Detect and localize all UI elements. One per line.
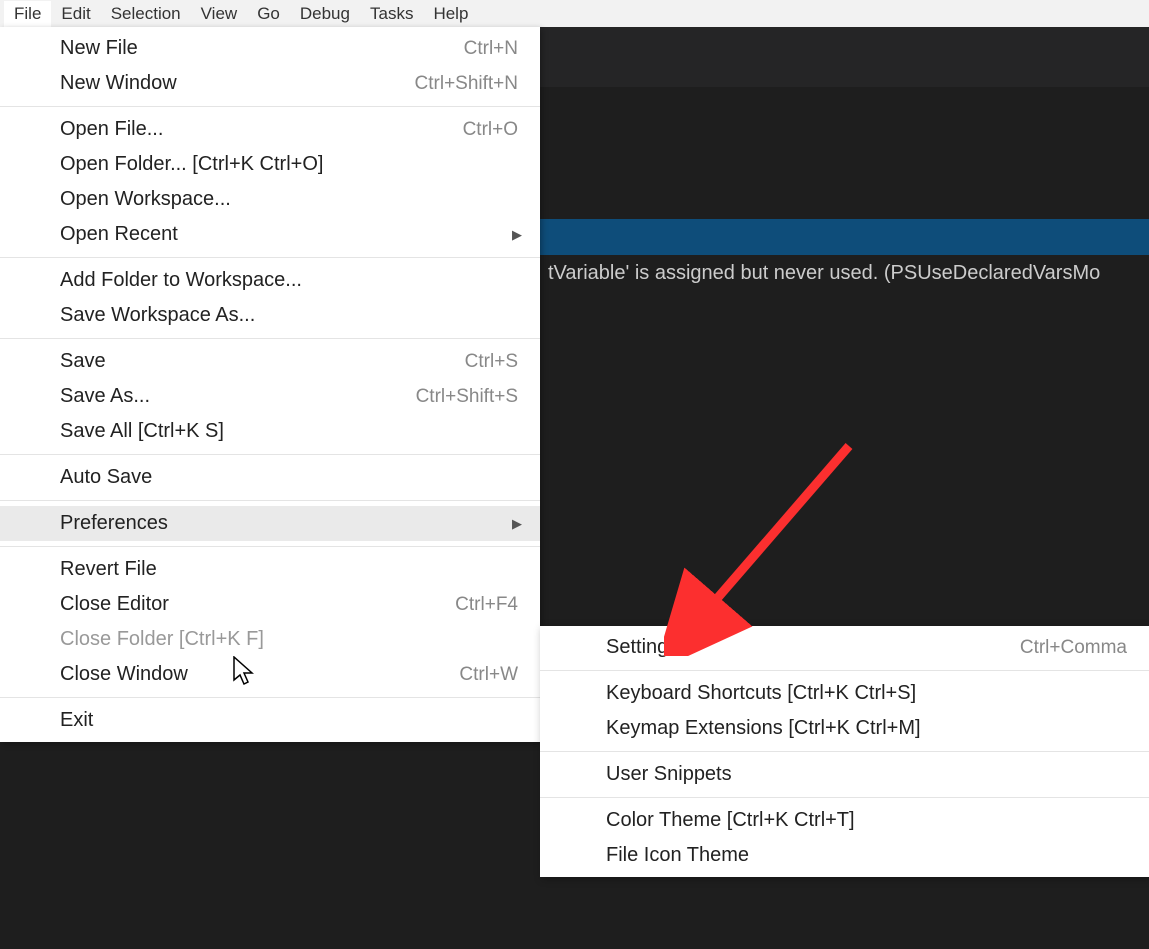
file-menu-item-new-window[interactable]: New Window Ctrl+Shift+N (0, 66, 540, 101)
prefs-menu-item-keyboard-shortcuts-ctrl-k-ctrl-s[interactable]: Keyboard Shortcuts [Ctrl+K Ctrl+S] (540, 676, 1149, 711)
chevron-right-icon: ▶ (512, 516, 522, 532)
file-menu-item-separator (0, 106, 540, 107)
menubar-help[interactable]: Help (423, 1, 478, 27)
menu-item-label: New File (60, 37, 138, 60)
menu-item-shortcut: Ctrl+S (465, 351, 518, 373)
file-menu-item-auto-save[interactable]: Auto Save (0, 460, 540, 495)
prefs-menu-item-keymap-extensions-ctrl-k-ctrl-m[interactable]: Keymap Extensions [Ctrl+K Ctrl+M] (540, 711, 1149, 746)
menu-item-label: Open Workspace... (60, 188, 231, 211)
menu-item-label: Open Folder... [Ctrl+K Ctrl+O] (60, 153, 323, 176)
file-menu-item-close-window[interactable]: Close Window Ctrl+W (0, 657, 540, 692)
menu-item-shortcut: Ctrl+F4 (455, 594, 518, 616)
file-menu-item-open-recent[interactable]: Open Recent ▶ (0, 217, 540, 252)
menu-item-label: Save All [Ctrl+K S] (60, 420, 224, 443)
file-menu-item-separator (0, 338, 540, 339)
prefs-menu-item-file-icon-theme[interactable]: File Icon Theme (540, 838, 1149, 873)
prefs-menu-item-separator (540, 797, 1149, 798)
file-menu-item-preferences[interactable]: Preferences ▶ (0, 506, 540, 541)
menubar-view[interactable]: View (191, 1, 248, 27)
menubar-tasks[interactable]: Tasks (360, 1, 423, 27)
menu-item-label: User Snippets (606, 763, 732, 786)
menu-item-shortcut: Ctrl+Shift+S (416, 386, 518, 408)
menu-item-label: Close Window (60, 663, 188, 686)
menu-item-label: Exit (60, 709, 93, 732)
menubar-file[interactable]: File (4, 1, 51, 27)
file-menu-item-save-as[interactable]: Save As... Ctrl+Shift+S (0, 379, 540, 414)
file-menu-item-separator (0, 257, 540, 258)
file-menu-item-new-file[interactable]: New File Ctrl+N (0, 31, 540, 66)
menu-item-label: File Icon Theme (606, 844, 749, 867)
file-menu-item-open-file[interactable]: Open File... Ctrl+O (0, 112, 540, 147)
preferences-submenu: Settings Ctrl+Comma Keyboard Shortcuts [Ct… (540, 626, 1149, 877)
prefs-menu-item-user-snippets[interactable]: User Snippets (540, 757, 1149, 792)
file-menu-item-separator (0, 697, 540, 698)
menu-item-label: Save Workspace As... (60, 304, 255, 327)
menu-item-label: Open Recent (60, 223, 178, 246)
menu-item-label: Keymap Extensions [Ctrl+K Ctrl+M] (606, 717, 921, 740)
menu-item-label: Color Theme [Ctrl+K Ctrl+T] (606, 809, 855, 832)
file-menu-item-exit[interactable]: Exit (0, 703, 540, 738)
menu-item-label: Auto Save (60, 466, 152, 489)
menu-item-label: Settings (606, 636, 678, 659)
file-menu-dropdown: New File Ctrl+N New Window Ctrl+Shift+N Open… (0, 27, 540, 742)
menu-item-label: Close Editor (60, 593, 169, 616)
menu-item-label: Close Folder [Ctrl+K F] (60, 628, 264, 651)
menubar: File Edit Selection View Go Debug Tasks … (0, 0, 1149, 27)
prefs-menu-item-settings[interactable]: Settings Ctrl+Comma (540, 630, 1149, 665)
file-menu-item-save[interactable]: Save Ctrl+S (0, 344, 540, 379)
menubar-selection[interactable]: Selection (101, 1, 191, 27)
file-menu-item-save-workspace-as[interactable]: Save Workspace As... (0, 298, 540, 333)
prefs-menu-item-separator (540, 670, 1149, 671)
file-menu-item-revert-file[interactable]: Revert File (0, 552, 540, 587)
menu-item-shortcut: Ctrl+O (463, 119, 518, 141)
menu-item-label: Add Folder to Workspace... (60, 269, 302, 292)
prefs-menu-item-color-theme-ctrl-k-ctrl-t[interactable]: Color Theme [Ctrl+K Ctrl+T] (540, 803, 1149, 838)
file-menu-item-open-workspace[interactable]: Open Workspace... (0, 182, 540, 217)
menu-item-shortcut: Ctrl+N (464, 38, 518, 60)
file-menu-item-close-folder-ctrl-k-f: Close Folder [Ctrl+K F] (0, 622, 540, 657)
menu-item-shortcut: Ctrl+Shift+N (415, 73, 518, 95)
menu-item-label: Open File... (60, 118, 163, 141)
menu-item-label: Save As... (60, 385, 150, 408)
menubar-edit[interactable]: Edit (51, 1, 100, 27)
menu-item-shortcut: Ctrl+W (459, 664, 518, 686)
file-menu-item-add-folder-to-workspace[interactable]: Add Folder to Workspace... (0, 263, 540, 298)
menubar-debug[interactable]: Debug (290, 1, 360, 27)
menu-item-label: Revert File (60, 558, 157, 581)
file-menu-item-separator (0, 454, 540, 455)
menubar-go[interactable]: Go (247, 1, 290, 27)
menu-item-label: Save (60, 350, 106, 373)
chevron-right-icon: ▶ (512, 227, 522, 243)
file-menu-item-separator (0, 546, 540, 547)
problem-message: tVariable' is assigned but never used. (… (548, 262, 1149, 285)
file-menu-item-open-folder-ctrl-k-ctrl-o[interactable]: Open Folder... [Ctrl+K Ctrl+O] (0, 147, 540, 182)
file-menu-item-separator (0, 500, 540, 501)
menu-item-label: New Window (60, 72, 177, 95)
file-menu-item-close-editor[interactable]: Close Editor Ctrl+F4 (0, 587, 540, 622)
prefs-menu-item-separator (540, 751, 1149, 752)
file-menu-item-save-all-ctrl-k-s[interactable]: Save All [Ctrl+K S] (0, 414, 540, 449)
menu-item-label: Preferences (60, 512, 168, 535)
annotation-arrow (664, 436, 874, 656)
menu-item-shortcut: Ctrl+Comma (1020, 637, 1127, 659)
menu-item-label: Keyboard Shortcuts [Ctrl+K Ctrl+S] (606, 682, 916, 705)
